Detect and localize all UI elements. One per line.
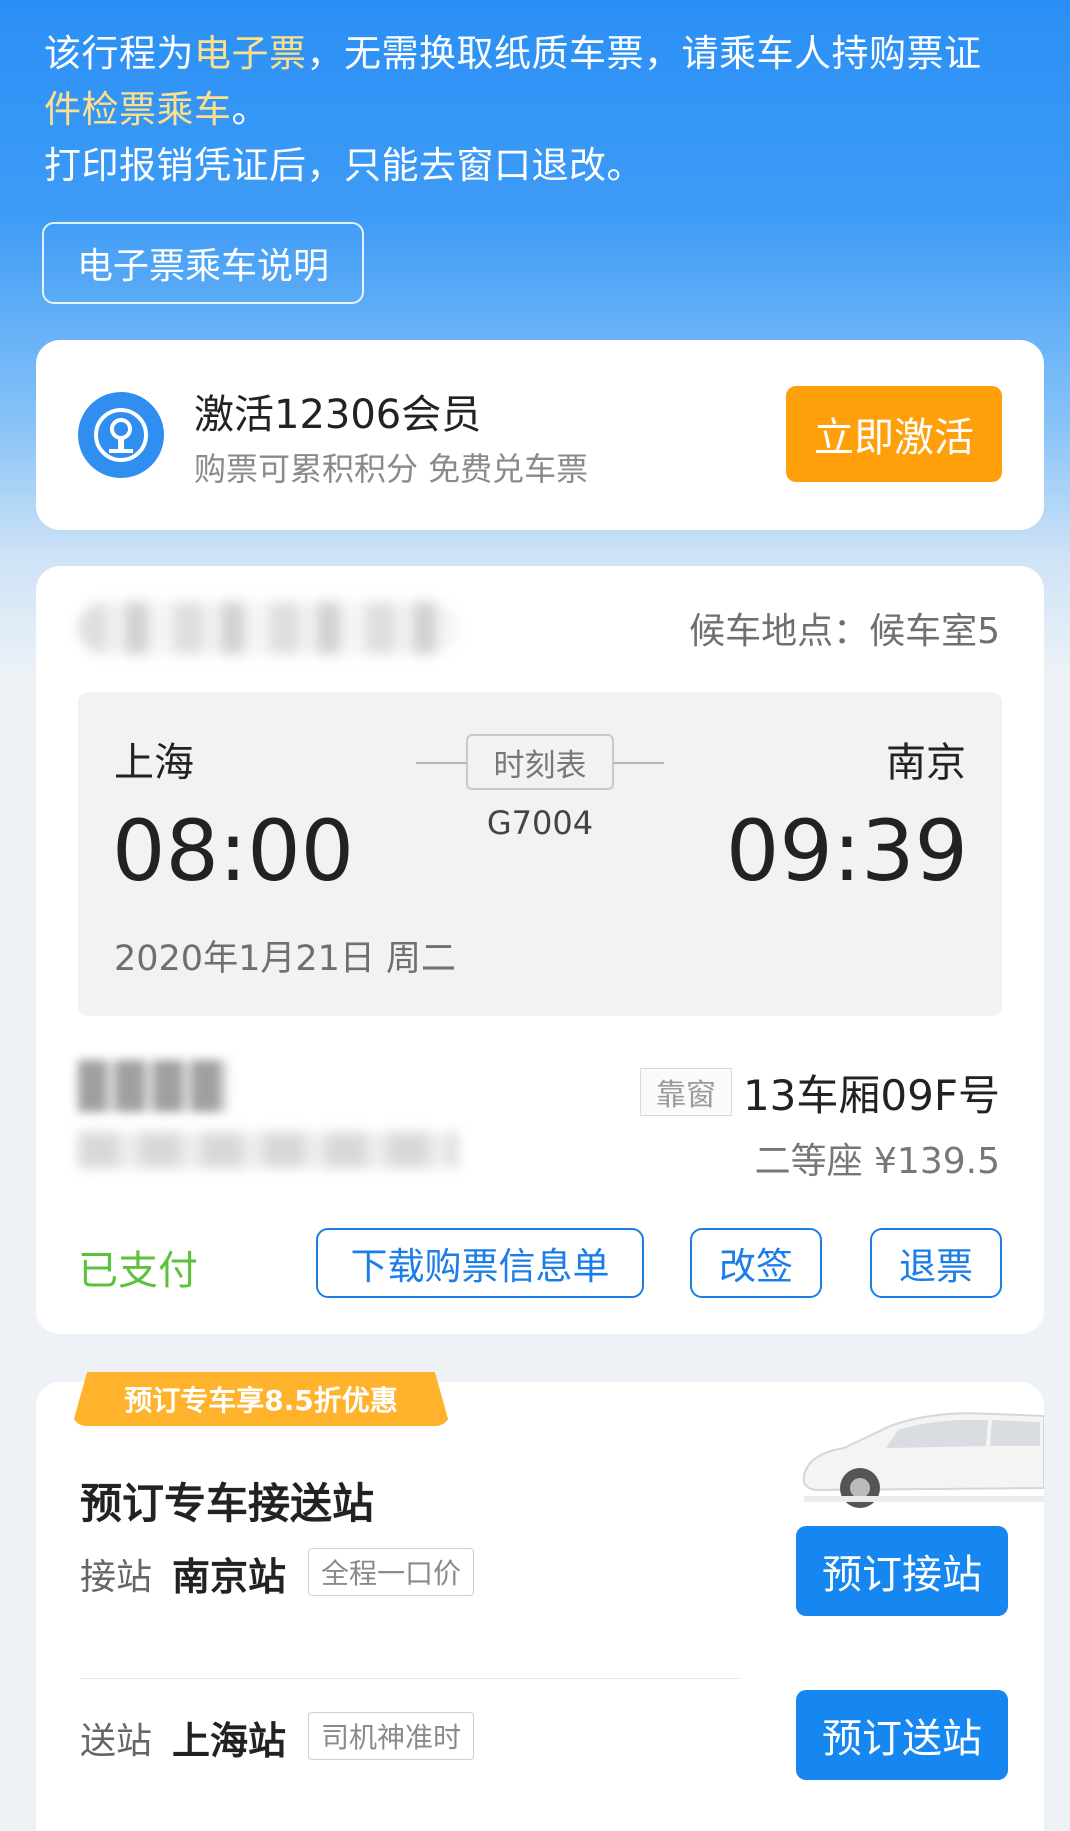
dropoff-tag: 司机神准时 xyxy=(308,1712,475,1760)
trip-panel: 上海 南京 时刻表 G7004 08:00 09:39 2020年1月21日 周… xyxy=(78,692,1002,1016)
seat-number: 13车厢09F号 xyxy=(742,1071,1000,1120)
train-number: G7004 xyxy=(486,804,594,842)
pickup-tag: 全程一口价 xyxy=(308,1548,475,1596)
departure-city: 上海 xyxy=(114,740,194,786)
notice-text: 。 xyxy=(231,88,269,131)
activate-button[interactable]: 立即激活 xyxy=(786,386,1002,482)
member-card: 激活12306会员 购票可累积积分 免费兑车票 立即激活 xyxy=(36,340,1044,530)
divider xyxy=(80,1678,740,1679)
waiting-room: 候车地点：候车室5 xyxy=(689,611,1000,652)
download-ticket-info-button[interactable]: 下载购票信息单 xyxy=(316,1228,644,1298)
notice-reimbursement-text: 打印报销凭证后，只能去窗口退改。 xyxy=(44,144,644,187)
payment-status: 已支付 xyxy=(78,1248,198,1294)
seat-class-price: 二等座 ¥139.5 xyxy=(754,1141,1000,1182)
ticket-detail-page: 该行程为电子票，无需换取纸质车票，请乘车人持购票证 件检票乘车。 打印报销凭证后… xyxy=(0,0,1070,1831)
car-service-title: 预订专车接送站 xyxy=(80,1479,375,1528)
notice-text: ，无需换取纸质车票，请乘车人持购票证 xyxy=(306,32,982,75)
change-ticket-button[interactable]: 改签 xyxy=(690,1228,822,1298)
ticket-card: 候车地点：候车室5 上海 南京 时刻表 G7004 08:00 09:39 20… xyxy=(36,566,1044,1334)
book-pickup-button[interactable]: 预订接站 xyxy=(796,1526,1008,1616)
notice-highlight: 件检票乘车 xyxy=(44,88,232,131)
refund-ticket-button[interactable]: 退票 xyxy=(870,1228,1002,1298)
blurred-order-info xyxy=(78,602,458,654)
member-title: 激活12306会员 xyxy=(194,392,482,438)
e-ticket-guide-button[interactable]: 电子票乘车说明 xyxy=(42,222,364,304)
notice-text: 该行程为 xyxy=(44,32,194,75)
arrival-time: 09:39 xyxy=(725,802,968,900)
connector-line xyxy=(614,762,664,764)
arrival-city: 南京 xyxy=(886,740,966,786)
car-icon xyxy=(802,1412,1044,1508)
travel-date: 2020年1月21日 周二 xyxy=(114,939,457,979)
schedule-button[interactable]: 时刻表 xyxy=(466,734,614,790)
railway-logo-icon xyxy=(78,392,164,478)
book-dropoff-button[interactable]: 预订送站 xyxy=(796,1690,1008,1780)
notice-highlight: 电子票 xyxy=(194,32,307,75)
dropoff-label: 送站 xyxy=(80,1721,153,1762)
connector-line xyxy=(416,762,466,764)
car-service-card: 预订专车享8.5折优惠 预订专车接送站 接站 南京站 全程一口价 预订接站 送站… xyxy=(36,1372,1044,1831)
member-subtitle: 购票可累积积分 免费兑车票 xyxy=(194,450,589,488)
blurred-passenger-name xyxy=(78,1060,228,1112)
dropoff-station: 上海站 xyxy=(172,1719,287,1763)
pickup-label: 接站 xyxy=(80,1557,153,1598)
departure-time: 08:00 xyxy=(112,802,355,900)
blurred-id-number xyxy=(78,1132,458,1168)
promo-banner: 预订专车享8.5折优惠 xyxy=(72,1372,450,1426)
e-ticket-notice: 该行程为电子票，无需换取纸质车票，请乘车人持购票证 件检票乘车。 打印报销凭证后… xyxy=(44,26,1034,194)
pickup-station: 南京站 xyxy=(172,1555,287,1599)
window-seat-tag: 靠窗 xyxy=(640,1068,732,1116)
